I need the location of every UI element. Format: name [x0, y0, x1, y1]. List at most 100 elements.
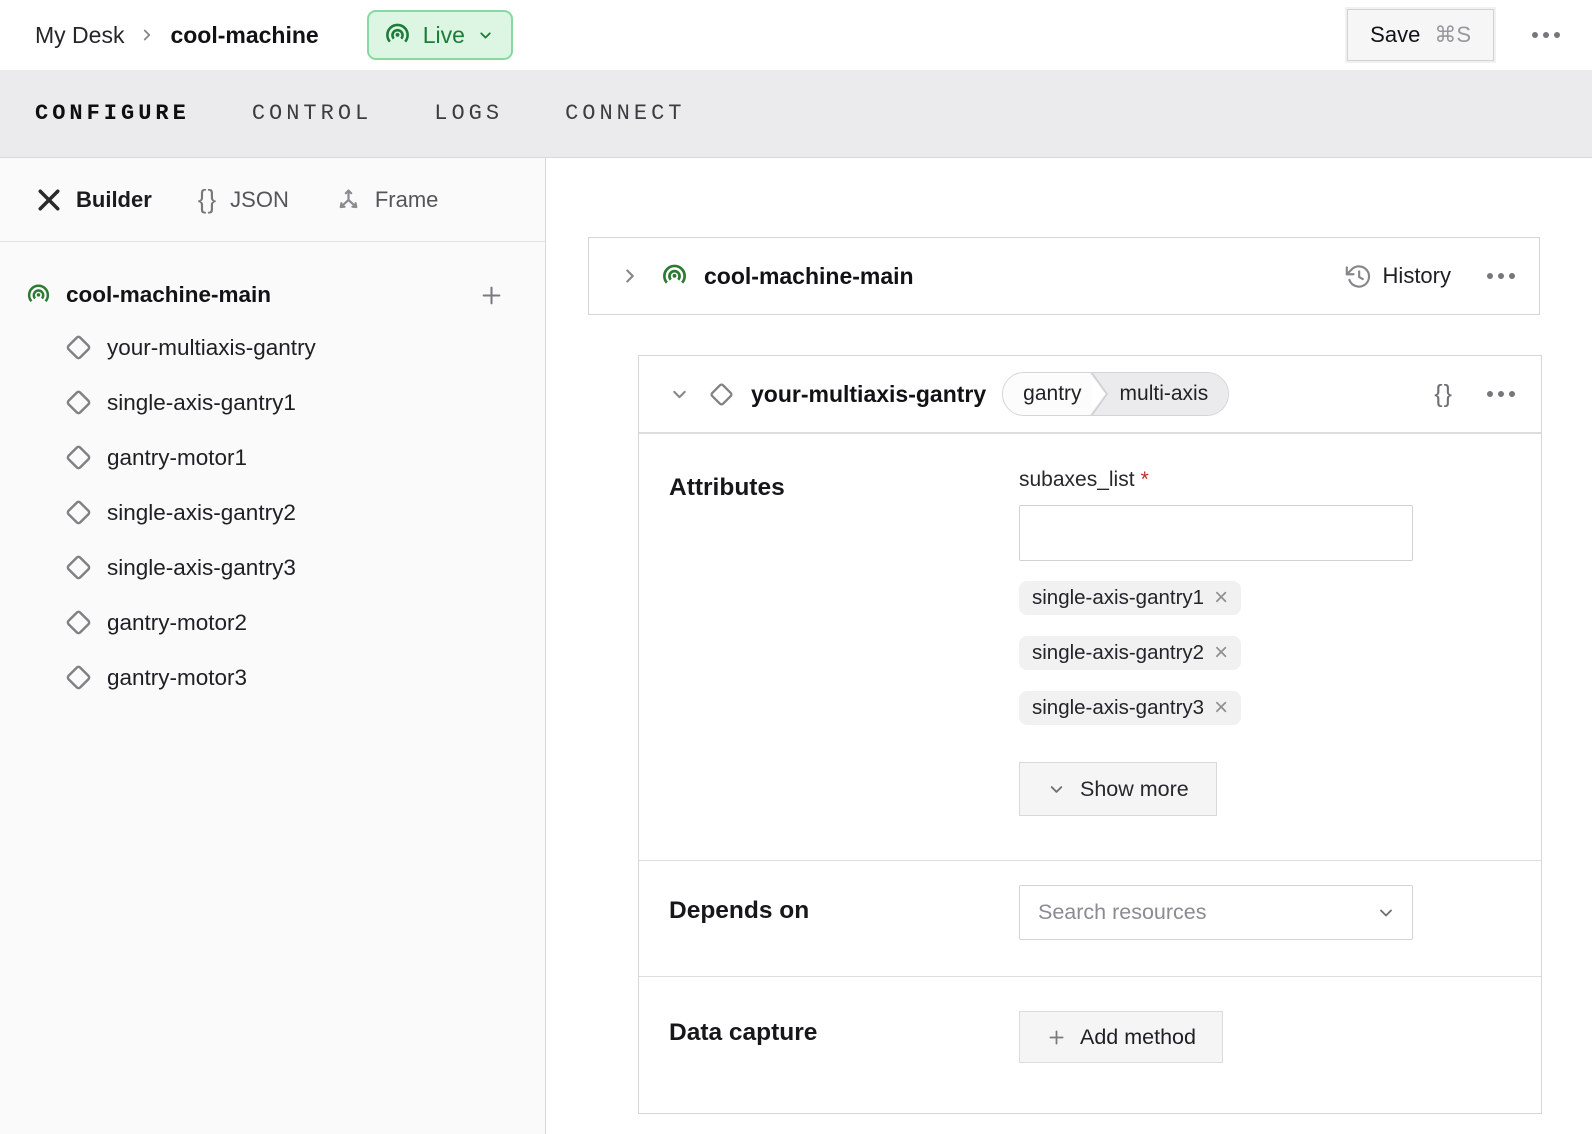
machine-card-menu-icon[interactable] [1487, 273, 1515, 279]
radar-icon [384, 22, 411, 49]
chevron-down-icon [477, 27, 494, 44]
view-frame[interactable]: Frame [335, 186, 439, 213]
component-title: your-multiaxis-gantry [751, 381, 986, 408]
tree-root-label: cool-machine-main [66, 282, 271, 308]
attributes-fields: subaxes_list* single-axis-gantry1 × s [1019, 468, 1413, 816]
radar-icon [26, 283, 51, 308]
attributes-section: Attributes subaxes_list * single-axis-gan… [639, 433, 1541, 860]
edit-json-icon[interactable]: {} [1434, 380, 1453, 409]
depends-on-select[interactable]: Search resources [1019, 885, 1413, 940]
subaxes-chip-list: single-axis-gantry1 × single-axis-gantry… [1019, 581, 1413, 725]
tree-item-label: your-multiaxis-gantry [107, 335, 316, 361]
tree-item[interactable]: gantry-motor2 [0, 595, 545, 650]
remove-chip-icon[interactable]: × [1214, 586, 1228, 610]
live-status-badge[interactable]: Live [367, 10, 513, 60]
top-header: My Desk cool-machine Live Save ⌘S [0, 0, 1592, 70]
machine-part-title: cool-machine-main [704, 263, 914, 290]
show-more-label: Show more [1080, 777, 1189, 802]
component-diamond-icon [64, 663, 93, 692]
tree-item-label: gantry-motor2 [107, 610, 247, 636]
add-method-button[interactable]: Add method [1019, 1011, 1223, 1063]
chip-label: single-axis-gantry1 [1032, 586, 1204, 610]
view-json-label: JSON [230, 187, 289, 213]
tree-root-machine[interactable]: cool-machine-main [0, 270, 545, 320]
view-json[interactable]: {} JSON [198, 184, 289, 215]
machine-part-card: cool-machine-main History [588, 237, 1540, 315]
add-method-label: Add method [1080, 1025, 1196, 1050]
chevron-down-icon [1047, 780, 1066, 799]
tab-configure[interactable]: CONFIGURE [35, 101, 190, 126]
collapse-chevron-down-icon[interactable] [669, 384, 690, 405]
tree-item[interactable]: single-axis-gantry1 [0, 375, 545, 430]
save-button[interactable]: Save ⌘S [1347, 9, 1494, 61]
braces-icon: {} [198, 184, 217, 215]
tree-item[interactable]: gantry-motor3 [0, 650, 545, 705]
view-switcher: Builder {} JSON Frame [0, 158, 545, 242]
expand-chevron-right-icon[interactable] [619, 265, 641, 287]
subaxis-chip: single-axis-gantry1 × [1019, 581, 1241, 615]
tools-icon [35, 186, 63, 214]
save-label: Save [1370, 22, 1420, 48]
tree-item[interactable]: your-multiaxis-gantry [0, 320, 545, 375]
chip-label: single-axis-gantry2 [1032, 641, 1204, 665]
breadcrumb-parent[interactable]: My Desk [35, 22, 124, 49]
tag-model: multi-axis [1090, 373, 1229, 415]
breadcrumb-chevron-icon [138, 26, 156, 44]
save-shortcut-hint: ⌘S [1434, 22, 1471, 48]
data-capture-section: Data capture Add method [639, 976, 1541, 1113]
component-diamond-icon [64, 388, 93, 417]
chevron-down-icon [1376, 903, 1396, 923]
plus-icon [1046, 1027, 1067, 1048]
subaxis-chip: single-axis-gantry2 × [1019, 636, 1241, 670]
tree-item[interactable]: single-axis-gantry3 [0, 540, 545, 595]
component-diamond-icon [64, 608, 93, 637]
tag-type: gantry [1003, 373, 1091, 415]
component-type-tag: gantry multi-axis [1002, 372, 1229, 416]
show-more-button[interactable]: Show more [1019, 762, 1217, 816]
component-card: your-multiaxis-gantry gantry multi-axis … [638, 355, 1542, 1114]
history-icon [1345, 263, 1372, 290]
main-tabbar: CONFIGURE CONTROL LOGS CONNECT [0, 70, 1592, 158]
attributes-label: Attributes [639, 468, 1019, 816]
required-marker: * [1141, 468, 1149, 491]
add-component-icon[interactable] [478, 282, 505, 309]
view-builder[interactable]: Builder [35, 186, 152, 214]
radar-icon [661, 263, 688, 290]
tree-item-label: single-axis-gantry1 [107, 390, 296, 416]
component-menu-icon[interactable] [1487, 391, 1515, 397]
tree-children: your-multiaxis-gantry single-axis-gantry… [0, 320, 545, 705]
component-diamond-icon [708, 381, 735, 408]
view-builder-label: Builder [76, 187, 152, 213]
view-frame-label: Frame [375, 187, 439, 213]
breadcrumb-machine-name: cool-machine [170, 22, 318, 49]
tree-item[interactable]: single-axis-gantry2 [0, 485, 545, 540]
tab-logs[interactable]: LOGS [434, 101, 503, 126]
axes-icon [335, 186, 362, 213]
subaxes-field-label: subaxes_list [1019, 468, 1135, 491]
tree-item-label: single-axis-gantry3 [107, 555, 296, 581]
subaxis-chip: single-axis-gantry3 × [1019, 691, 1241, 725]
chip-label: single-axis-gantry3 [1032, 696, 1204, 720]
remove-chip-icon[interactable]: × [1214, 641, 1228, 665]
tree-item-label: single-axis-gantry2 [107, 500, 296, 526]
history-button[interactable]: History [1345, 263, 1451, 290]
depends-on-label: Depends on [639, 885, 1019, 940]
tree-item-label: gantry-motor1 [107, 445, 247, 471]
tree-item[interactable]: gantry-motor1 [0, 430, 545, 485]
data-capture-label: Data capture [639, 1011, 1019, 1063]
component-card-header: your-multiaxis-gantry gantry multi-axis … [639, 356, 1541, 433]
component-diamond-icon [64, 333, 93, 362]
overflow-menu-icon[interactable] [1532, 32, 1560, 38]
component-diamond-icon [64, 553, 93, 582]
tab-connect[interactable]: CONNECT [565, 101, 685, 126]
tab-control[interactable]: CONTROL [252, 101, 372, 126]
resource-tree: cool-machine-main your-multiaxis-gantry … [0, 242, 545, 705]
live-status-label: Live [423, 22, 465, 49]
config-main-panel: cool-machine-main History your-multiaxis… [546, 158, 1592, 1134]
component-diamond-icon [64, 443, 93, 472]
subaxes-input[interactable] [1019, 505, 1413, 561]
select-placeholder: Search resources [1038, 900, 1376, 925]
depends-on-section: Depends on Search resources [639, 860, 1541, 976]
tree-item-label: gantry-motor3 [107, 665, 247, 691]
remove-chip-icon[interactable]: × [1214, 696, 1228, 720]
